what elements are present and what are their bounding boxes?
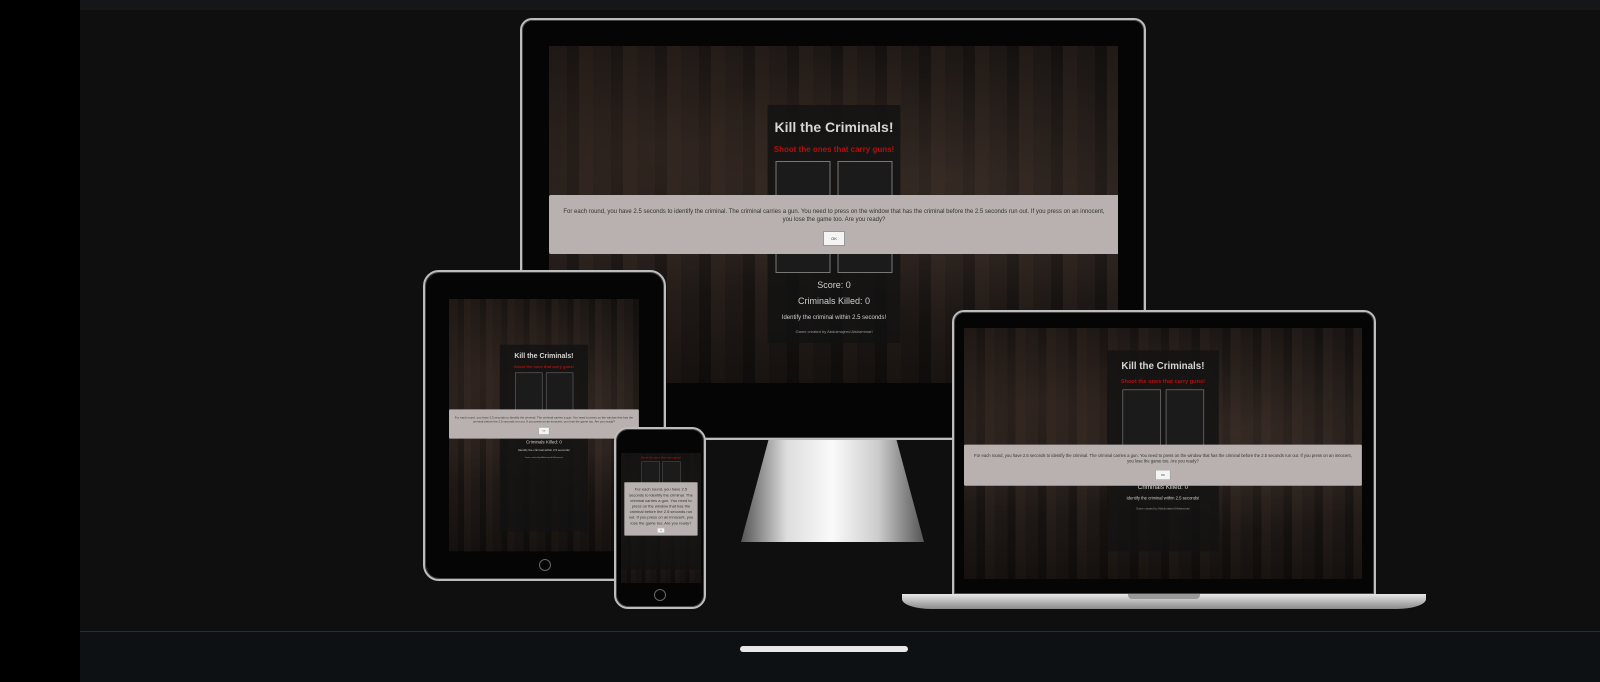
instructions-modal: For each round, you have 2.5 seconds to … [449,409,639,439]
laptop-screen: Kill the Criminals! Shoot the ones that … [964,328,1362,579]
credit-text: Game created by Abdulmajeed Alshammari [1136,506,1190,511]
tablet-home-button[interactable] [539,559,551,571]
game-page: Kill the Criminals! Shoot the ones that … [449,299,639,552]
modal-text: For each round, you have 2.5 seconds to … [974,454,1352,465]
game-title: Kill the Criminals! [514,351,574,360]
game-subtitle: Shoot the ones that carry guns! [773,145,895,154]
game-subtitle: Shoot the ones that carry guns! [513,364,574,370]
credit-text: Game created by Abdulmajeed Alshammari [524,456,564,459]
credit-text: Game created by Abdulmajeed Alshammari [795,329,873,334]
laptop: Kill the Criminals! Shoot the ones that … [952,310,1376,596]
modal-text: For each round, you have 2.5 seconds to … [454,416,634,424]
modal-text: For each round, you have 2.5 seconds to … [628,486,694,526]
phone: Kill the Criminals! Shoot the ones that … [614,427,706,609]
left-black-bar [0,0,80,682]
ok-button[interactable]: OK [657,527,665,533]
ok-button[interactable]: OK [538,427,550,435]
laptop-notch [1128,594,1200,599]
tablet-screen: Kill the Criminals! Shoot the ones that … [449,299,639,552]
phone-screen: Kill the Criminals! Shoot the ones that … [621,453,701,583]
game-subtitle: Shoot the ones that carry guns! [1120,378,1205,385]
top-bar [80,0,1600,10]
game-page: Kill the Criminals! Shoot the ones that … [964,328,1362,579]
criminals-killed-text: Criminals Killed: 0 [797,296,871,306]
modal-text: For each round, you have 2.5 seconds to … [563,209,1105,224]
criminals-killed-text: Criminals Killed: 0 [526,439,562,445]
hint-text: Identify the criminal within 2.5 seconds… [1126,496,1200,502]
bottom-navigation-bar [80,631,1600,682]
instructions-modal: For each round, you have 2.5 seconds to … [549,195,1118,254]
instructions-modal: For each round, you have 2.5 seconds to … [624,482,698,536]
game-title: Kill the Criminals! [1121,360,1205,372]
hint-text: Identify the criminal within 2.5 seconds… [781,315,887,321]
game-subtitle: Shoot the ones that carry guns! [640,456,682,460]
hint-text: Identify the criminal within 2.5 seconds… [517,449,570,453]
ok-button[interactable]: OK [1155,469,1171,481]
game-page: Kill the Criminals! Shoot the ones that … [621,453,701,583]
score-text: Score: 0 [817,280,851,290]
ok-button[interactable]: OK [823,230,845,246]
monitor-stand [741,440,924,542]
instructions-modal: For each round, you have 2.5 seconds to … [964,444,1362,486]
phone-home-button[interactable] [654,589,666,601]
home-indicator[interactable] [740,646,908,652]
game-title: Kill the Criminals! [774,119,894,135]
